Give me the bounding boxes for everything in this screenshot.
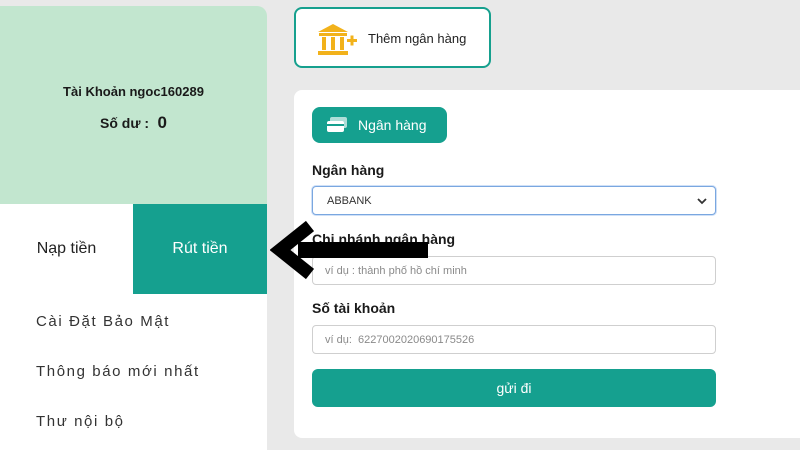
bank-pill-button[interactable]: Ngân hàng: [312, 107, 447, 143]
account-number-label: Số tài khoản: [312, 300, 396, 316]
menu-item-security-settings[interactable]: Cài Đặt Bảo Mật: [36, 313, 170, 330]
bank-field-label: Ngân hàng: [312, 162, 385, 178]
bank-add-icon: [318, 24, 357, 55]
tab-withdraw[interactable]: Rút tiền: [133, 204, 267, 294]
side-menu: Cài Đặt Bảo Mật Thông báo mới nhất Thư n…: [0, 294, 267, 450]
menu-item-internal-mail[interactable]: Thư nội bộ: [36, 413, 125, 430]
chevron-down-icon: [697, 198, 707, 205]
menu-item-latest-notifications[interactable]: Thông báo mới nhất: [36, 363, 200, 380]
transaction-tabs: Nạp tiền Rút tiền: [0, 204, 267, 294]
account-name: Tài Khoản ngoc160289: [63, 84, 204, 99]
account-card: [0, 6, 267, 204]
balance-label: Số dư :: [100, 115, 150, 131]
account-number-input[interactable]: [312, 325, 716, 354]
bank-pill-label: Ngân hàng: [358, 117, 427, 133]
bank-select[interactable]: ABBANK: [312, 186, 716, 215]
arrow-left-icon: [270, 220, 428, 280]
tab-deposit[interactable]: Nạp tiền: [0, 204, 133, 294]
add-bank-button[interactable]: Thêm ngân hàng: [294, 7, 491, 68]
bank-select-value: ABBANK: [327, 195, 372, 207]
balance-value: 0: [157, 113, 167, 132]
submit-button[interactable]: gửi đi: [312, 369, 716, 407]
balance-row: Số dư : 0: [0, 113, 267, 133]
card-icon: [327, 117, 347, 132]
add-bank-label: Thêm ngân hàng: [368, 31, 467, 46]
